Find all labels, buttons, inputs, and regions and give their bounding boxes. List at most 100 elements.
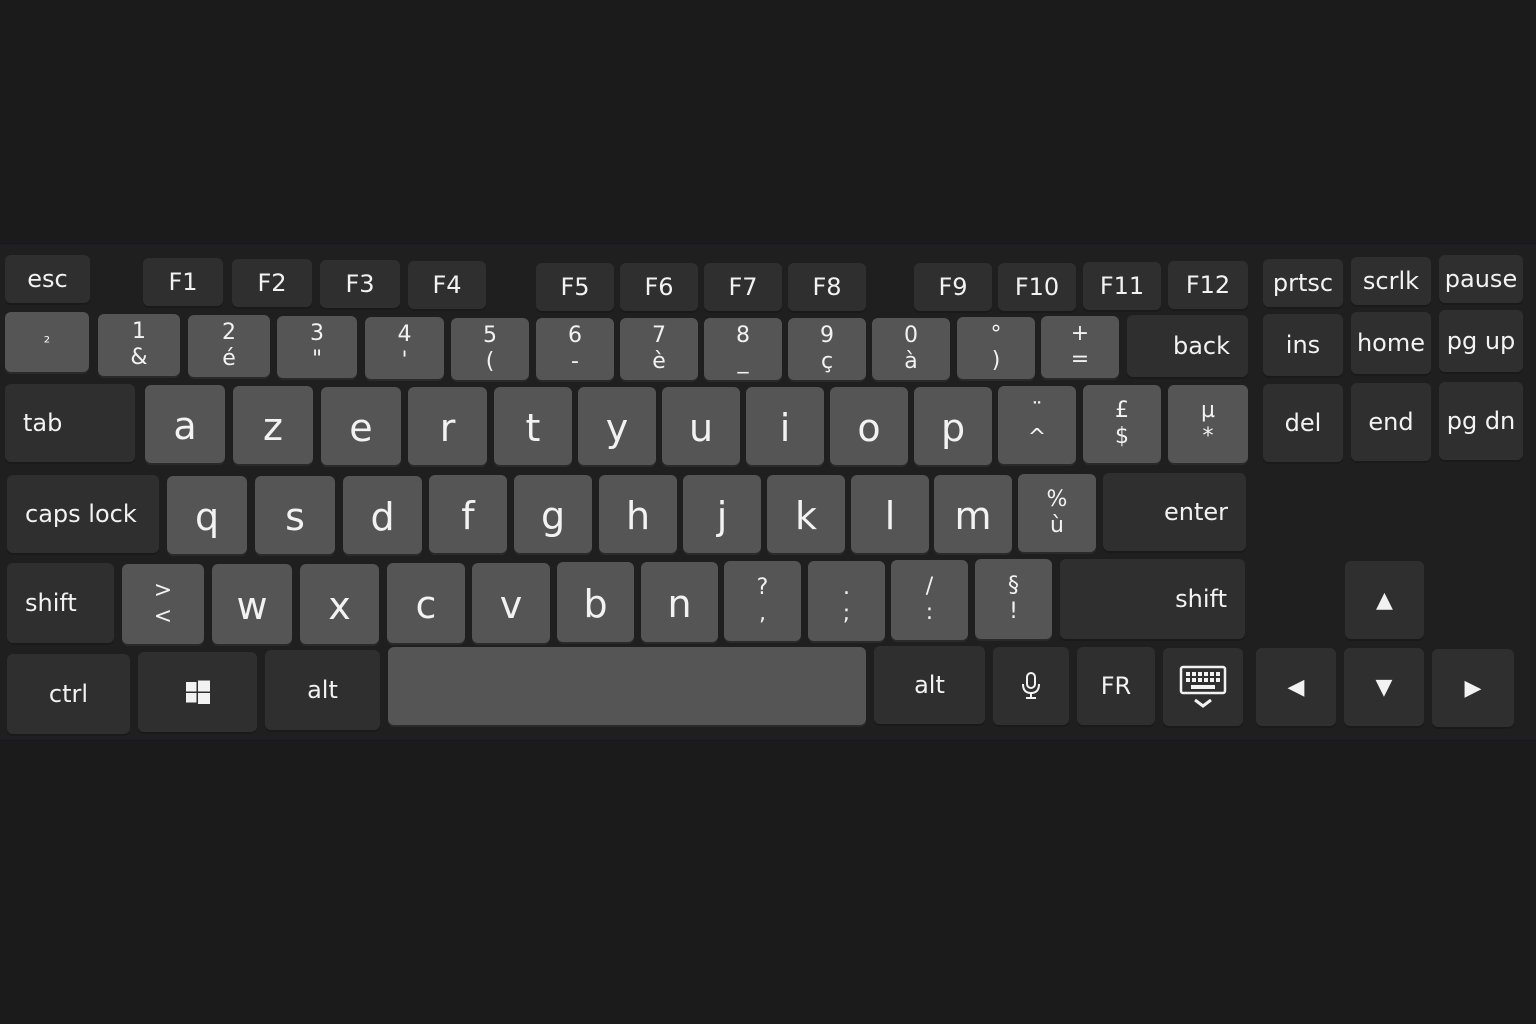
key-dictation[interactable] [993,647,1069,725]
key-0[interactable]: 0à [872,318,950,380]
key-2[interactable]: 2é [188,315,270,377]
key-esc[interactable]: esc [5,255,90,303]
key-f3[interactable]: F3 [320,260,400,308]
key-1[interactable]: 1 & [98,314,180,376]
key-alt-right[interactable]: alt [874,646,985,724]
key-f8[interactable]: F8 [788,263,866,311]
key-windows[interactable] [138,652,257,732]
key-q[interactable]: q [167,476,247,554]
key-x[interactable]: x [300,564,379,644]
key-4[interactable]: 4 ' [365,317,444,379]
key-8[interactable]: 8 _ [704,318,782,380]
key-a[interactable]: a [145,385,225,463]
key-label-bottom: - [571,349,579,374]
key-comma[interactable]: ?, [724,561,801,641]
key-label-top: ? [756,575,769,600]
key-e[interactable]: e [321,387,401,465]
key-f2[interactable]: F2 [232,259,312,307]
key-delete[interactable]: del [1263,384,1343,462]
key-exclamation[interactable]: §! [975,559,1052,639]
key-l[interactable]: l [851,475,929,553]
key-label-top: 1 [132,319,146,344]
key-language[interactable]: FR [1077,647,1155,725]
key-g[interactable]: g [514,475,592,553]
key-keyboard-settings[interactable] [1163,648,1243,726]
key-plus[interactable]: + = [1041,316,1119,378]
key-page-down[interactable]: pg dn [1439,382,1523,460]
key-9[interactable]: 9ç [788,318,866,380]
key-shift-right[interactable]: shift [1060,559,1245,639]
key-b[interactable]: b [557,562,634,642]
keyboard-icon [1179,665,1227,708]
key-semicolon[interactable]: .; [808,561,885,641]
key-m[interactable]: m [934,475,1012,553]
key-shift-left[interactable]: shift [7,563,114,643]
key-6[interactable]: 6- [536,318,614,380]
key-j[interactable]: j [683,475,761,553]
key-colon[interactable]: /: [891,560,968,640]
key-z[interactable]: z [233,386,313,464]
key-page-up[interactable]: pg up [1439,310,1523,372]
key-space[interactable] [388,647,866,725]
key-pause[interactable]: pause [1439,255,1523,303]
key-end[interactable]: end [1351,383,1431,461]
key-dollar[interactable]: £ $ [1083,385,1161,463]
key-alt-left[interactable]: alt [265,650,380,730]
key-p[interactable]: p [914,387,992,465]
key-h[interactable]: h [599,475,677,553]
key-asterisk[interactable]: µ * [1168,385,1248,463]
key-f[interactable]: f [429,475,507,553]
key-angle-brackets[interactable]: > < [122,564,204,644]
key-s[interactable]: s [255,476,335,554]
key-n[interactable]: n [641,562,718,642]
key-f4[interactable]: F4 [408,261,486,309]
key-label-bottom: , [759,601,766,626]
key-superscript-two[interactable]: ² [5,312,89,372]
key-7[interactable]: 7è [620,318,698,380]
key-v[interactable]: v [472,563,550,643]
key-y[interactable]: y [578,387,656,465]
key-f12[interactable]: F12 [1168,261,1248,309]
key-f9[interactable]: F9 [914,263,992,311]
key-degree[interactable]: °) [957,317,1035,379]
key-prtsc[interactable]: prtsc [1263,259,1343,307]
key-label-bottom: _ [737,349,749,374]
key-f11[interactable]: F11 [1083,262,1161,310]
key-circumflex[interactable]: ¨ ^ [998,386,1076,464]
key-f1[interactable]: F1 [143,258,223,306]
key-r[interactable]: r [408,387,487,465]
key-label-top: / [925,574,934,599]
key-f6[interactable]: F6 [620,263,698,311]
key-scrlk[interactable]: scrlk [1351,257,1431,305]
key-label-bottom: à [904,349,918,374]
key-f7[interactable]: F7 [704,263,782,311]
key-w[interactable]: w [212,564,292,644]
key-enter[interactable]: enter [1103,473,1246,551]
key-label-bottom: ) [991,348,1001,373]
key-i[interactable]: i [746,387,824,465]
windows-logo-icon [185,680,210,704]
key-d[interactable]: d [343,476,422,554]
key-t[interactable]: t [494,387,572,465]
key-5[interactable]: 5( [451,318,529,380]
key-k[interactable]: k [767,475,845,553]
key-caps-lock[interactable]: caps lock [7,475,159,553]
key-insert[interactable]: ins [1263,314,1343,376]
key-backspace[interactable]: back [1127,315,1248,377]
key-f10[interactable]: F10 [998,263,1076,311]
key-label-bottom: = [1070,347,1090,372]
key-home[interactable]: home [1351,312,1431,374]
key-u[interactable]: u [662,387,740,465]
key-arrow-down[interactable]: ▼ [1344,648,1424,726]
key-3[interactable]: 3 " [277,316,357,378]
key-arrow-right[interactable]: ▶ [1432,649,1514,727]
key-o[interactable]: o [830,387,908,465]
key-f5[interactable]: F5 [536,263,614,311]
key-u-grave[interactable]: % ù [1018,474,1096,552]
key-tab[interactable]: tab [5,384,135,462]
key-label-bottom: < [153,604,173,629]
key-arrow-up[interactable]: ▲ [1345,561,1424,639]
key-ctrl[interactable]: ctrl [7,654,130,734]
key-c[interactable]: c [387,563,465,643]
key-arrow-left[interactable]: ◀ [1256,648,1336,726]
